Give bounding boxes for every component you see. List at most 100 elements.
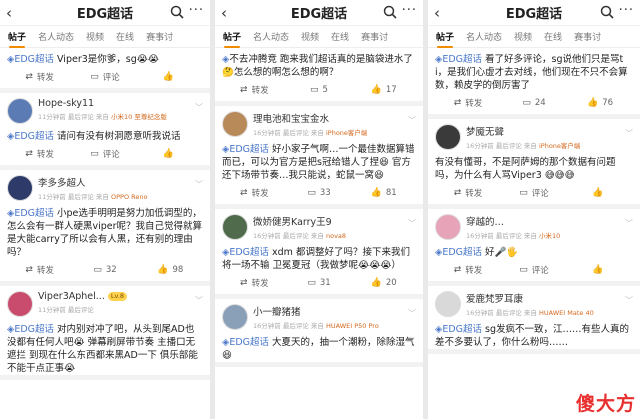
like-button[interactable]: 👍 — [567, 188, 633, 198]
topic-tag[interactable]: EDG超话 — [229, 247, 269, 258]
avatar[interactable] — [435, 124, 461, 150]
repost-button[interactable]: ⇄ 转发 — [435, 187, 501, 199]
like-button[interactable]: 👍 17 — [351, 85, 416, 95]
username[interactable]: 梦魇无聲 — [466, 124, 633, 138]
post-card[interactable]: ◈EDG超话 Viper3是你爹，sg😭😭 ⇄ 转发 ▭ 评论 👍 — [0, 48, 210, 93]
post-card[interactable]: 梦魇无聲 16分钟前 最后评论 来自 iPhone客户端 ﹀ 有没有懂哥，不是阿… — [428, 119, 640, 209]
tab-celebrity[interactable]: 名人动态 — [466, 30, 502, 43]
comment-button[interactable]: ▭ 评论 — [72, 71, 137, 83]
chevron-down-icon[interactable]: ﹀ — [408, 218, 416, 229]
username[interactable]: 理电池和宝宝金水 — [253, 111, 416, 125]
post-card[interactable]: 小一瓣猪猪 16分钟前 最后评论 来自 HUAWEI P50 Pro ﹀ ◈ED… — [215, 299, 423, 367]
more-icon[interactable]: ··· — [619, 3, 634, 18]
avatar[interactable] — [7, 175, 33, 201]
like-button[interactable]: 👍 — [138, 149, 203, 159]
chevron-down-icon[interactable]: ﹀ — [195, 102, 203, 113]
username[interactable]: 小一瓣猪猪 — [253, 304, 416, 318]
tab-posts[interactable]: 帖子 — [223, 30, 241, 48]
post-card[interactable]: ◈EDG超话 看了好多评论，sg说他们只是骂ti，是我们心虚才去对线，他们现在不… — [428, 48, 640, 119]
search-icon[interactable] — [600, 5, 614, 19]
back-arrow-icon[interactable]: ‹ — [434, 4, 440, 22]
tab-match[interactable]: 赛事讨 — [574, 30, 601, 43]
avatar[interactable] — [222, 214, 248, 240]
more-icon[interactable]: ··· — [402, 3, 417, 18]
chevron-down-icon[interactable]: ﹀ — [195, 295, 203, 306]
chevron-down-icon[interactable]: ﹀ — [408, 308, 416, 319]
tab-match[interactable]: 赛事讨 — [146, 30, 173, 43]
post-card[interactable]: 爱鹿梵罗耳康 16分钟前 最后评论 来自 HUAWEI Mate 40 ﹀ ◈E… — [428, 286, 640, 354]
chevron-down-icon[interactable]: ﹀ — [408, 115, 416, 126]
tab-video[interactable]: 视频 — [514, 30, 532, 43]
chevron-down-icon[interactable]: ﹀ — [625, 128, 633, 139]
avatar[interactable] — [7, 98, 33, 124]
repost-button[interactable]: ⇄ 转发 — [222, 277, 287, 289]
username[interactable]: 李多多超人 — [38, 175, 203, 189]
username[interactable]: 微娇健男Karry王9 — [253, 214, 416, 228]
like-button[interactable]: 👍 76 — [567, 98, 633, 108]
tab-celebrity[interactable]: 名人动态 — [253, 30, 289, 43]
avatar[interactable] — [7, 291, 33, 317]
topic-tag[interactable]: EDG超话 — [442, 54, 482, 65]
tab-match[interactable]: 赛事讨 — [361, 30, 388, 43]
username[interactable]: Viper3Aphel... Lv.8 — [38, 291, 203, 302]
post-card[interactable]: ◈不去冲腾竞 跑来我们超话真的是脑袋进水了🤔怎么想的啊怎么想的啊？ ⇄ 转发 ▭ 5… — [215, 48, 423, 106]
repost-button[interactable]: ⇄ 转发 — [222, 84, 287, 96]
post-card[interactable]: Viper3Aphel... Lv.8 11分钟前 最后评论 ﹀ ◈EDG超话 对… — [0, 286, 210, 380]
comment-button[interactable]: ▭ 评论 — [501, 187, 567, 199]
repost-button[interactable]: ⇄ 转发 — [7, 148, 72, 160]
username[interactable]: Hope-sky11 — [38, 98, 203, 109]
like-button[interactable]: 👍 98 — [138, 265, 203, 275]
comment-button[interactable]: ▭ 33 — [287, 188, 352, 198]
repost-button[interactable]: ⇄ 转发 — [7, 264, 72, 276]
topic-tag[interactable]: EDG超话 — [14, 324, 54, 335]
chevron-down-icon[interactable]: ﹀ — [625, 295, 633, 306]
tab-celebrity[interactable]: 名人动态 — [38, 30, 74, 43]
search-icon[interactable] — [383, 5, 397, 19]
topic-tag[interactable]: EDG超话 — [229, 144, 269, 155]
tab-video[interactable]: 视频 — [301, 30, 319, 43]
post-card[interactable]: 微娇健男Karry王9 16分钟前 最后评论 来自 nova8 ﹀ ◈EDG超话… — [215, 209, 423, 299]
like-button[interactable]: 👍 81 — [351, 188, 416, 198]
avatar[interactable] — [435, 291, 461, 317]
avatar[interactable] — [222, 111, 248, 137]
like-button[interactable]: 👍 — [138, 72, 203, 82]
tab-posts[interactable]: 帖子 — [436, 30, 454, 48]
topic-tag[interactable]: EDG超话 — [229, 337, 269, 348]
comment-button[interactable]: ▭ 31 — [287, 278, 352, 288]
repost-button[interactable]: ⇄ 转发 — [435, 97, 501, 109]
repost-button[interactable]: ⇄ 转发 — [7, 71, 72, 83]
back-arrow-icon[interactable]: ‹ — [6, 4, 12, 22]
topic-tag[interactable]: EDG超话 — [14, 131, 54, 142]
post-card[interactable]: Hope-sky11 11分钟前 最后评论 来自 小米10 至尊纪念版 ﹀ ◈E… — [0, 93, 210, 170]
comment-button[interactable]: ▭ 32 — [72, 265, 137, 275]
topic-tag[interactable]: EDG超话 — [14, 54, 54, 65]
tab-posts[interactable]: 帖子 — [8, 30, 26, 48]
comment-button[interactable]: ▭ 5 — [287, 85, 352, 95]
tab-online[interactable]: 在线 — [331, 30, 349, 43]
topic-tag[interactable]: EDG超话 — [442, 247, 482, 258]
post-card[interactable]: 理电池和宝宝金水 16分钟前 最后评论 来自 iPhone客户端 ﹀ ◈EDG超… — [215, 106, 423, 209]
topic-tag[interactable]: EDG超话 — [14, 208, 54, 219]
comment-button[interactable]: ▭ 评论 — [501, 264, 567, 276]
repost-button[interactable]: ⇄ 转发 — [222, 187, 287, 199]
comment-button[interactable]: ▭ 24 — [501, 98, 567, 108]
chevron-down-icon[interactable]: ﹀ — [625, 218, 633, 229]
post-card[interactable]: 李多多超人 11分钟前 最后评论 来自 OPPO Reno ﹀ ◈EDG超话 小… — [0, 170, 210, 286]
username[interactable]: 穿越的… — [466, 214, 633, 228]
topic-tag[interactable]: EDG超话 — [442, 324, 482, 335]
avatar[interactable] — [435, 214, 461, 240]
repost-button[interactable]: ⇄ 转发 — [435, 264, 501, 276]
tab-online[interactable]: 在线 — [116, 30, 134, 43]
back-arrow-icon[interactable]: ‹ — [221, 4, 227, 22]
tab-online[interactable]: 在线 — [544, 30, 562, 43]
chevron-down-icon[interactable]: ﹀ — [195, 179, 203, 190]
like-button[interactable]: 👍 — [567, 265, 633, 275]
more-icon[interactable]: ··· — [189, 3, 204, 18]
post-card[interactable]: 穿越的… 16分钟前 最后评论 来自 小米10 ﹀ ◈EDG超话 好🎤🖐 ⇄ 转发… — [428, 209, 640, 286]
search-icon[interactable] — [170, 5, 184, 19]
like-button[interactable]: 👍 20 — [351, 278, 416, 288]
username[interactable]: 爱鹿梵罗耳康 — [466, 291, 633, 305]
comment-button[interactable]: ▭ 评论 — [72, 148, 137, 160]
tab-video[interactable]: 视频 — [86, 30, 104, 43]
avatar[interactable] — [222, 304, 248, 330]
